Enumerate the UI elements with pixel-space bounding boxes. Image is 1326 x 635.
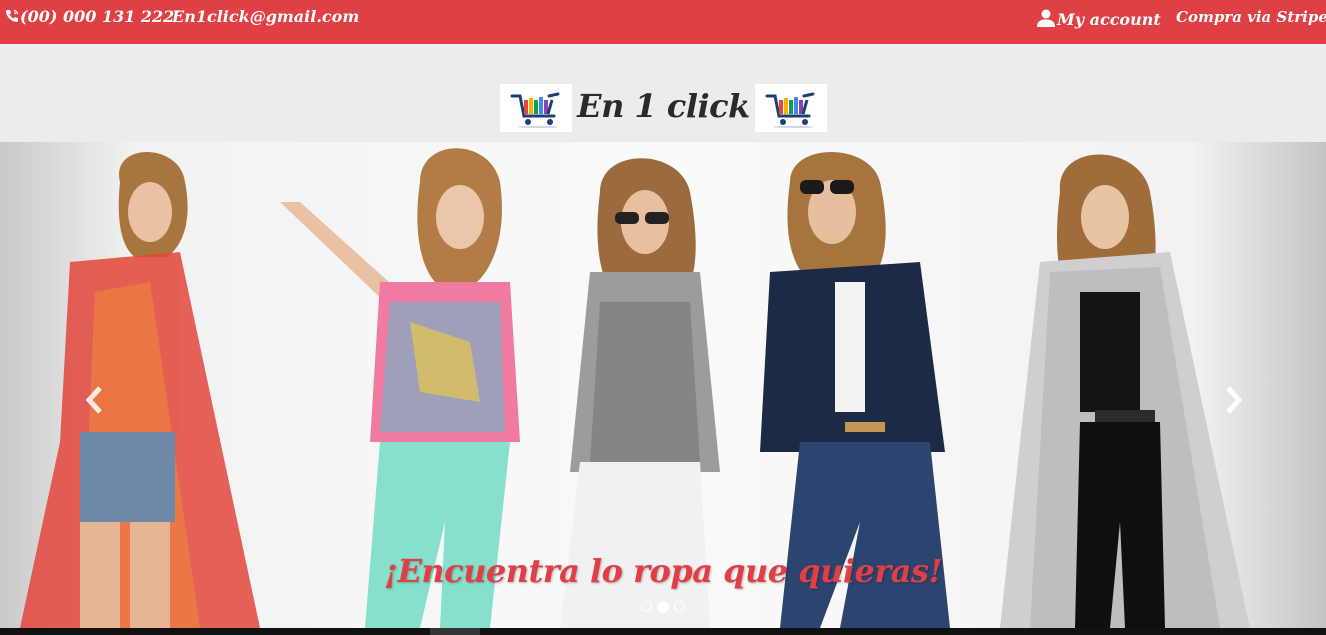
top-bar: (00) 000 131 222 En1click@gmail.com My a… xyxy=(0,0,1326,44)
cart-logo-left[interactable] xyxy=(500,84,572,132)
bottom-bar xyxy=(0,628,1326,635)
carousel-indicator-2[interactable] xyxy=(657,601,669,613)
brand-header: En 1 click xyxy=(0,44,1326,142)
cart-logo-right[interactable] xyxy=(755,84,827,132)
email-link[interactable]: En1click@gmail.com xyxy=(172,7,359,27)
phone-icon xyxy=(6,9,19,22)
bottom-bar-segment xyxy=(430,628,480,635)
hero-carousel[interactable]: ¡Encuentra lo ropa que quieras! xyxy=(0,142,1326,628)
brand-title[interactable]: En 1 click xyxy=(572,84,755,132)
my-account-link[interactable]: My account xyxy=(1036,8,1161,30)
carousel-next-button[interactable] xyxy=(1218,380,1248,420)
stripe-checkout-link[interactable]: Compra via Stripe! xyxy=(1176,7,1326,27)
carousel-caption: ¡Encuentra lo ropa que quieras! xyxy=(383,552,943,590)
chevron-right-icon xyxy=(1226,386,1243,414)
phone-text: (00) 000 131 222 xyxy=(20,7,175,26)
user-icon xyxy=(1037,9,1055,27)
carousel-indicator-3[interactable] xyxy=(674,601,685,612)
carousel-indicator-1[interactable] xyxy=(641,601,652,612)
chevron-left-icon xyxy=(85,386,102,414)
carousel-prev-button[interactable] xyxy=(80,380,110,420)
phone-contact[interactable]: (00) 000 131 222 xyxy=(4,7,174,27)
shopping-cart-icon xyxy=(765,92,815,128)
shopping-cart-icon xyxy=(510,92,560,128)
my-account-label: My account xyxy=(1057,10,1161,29)
